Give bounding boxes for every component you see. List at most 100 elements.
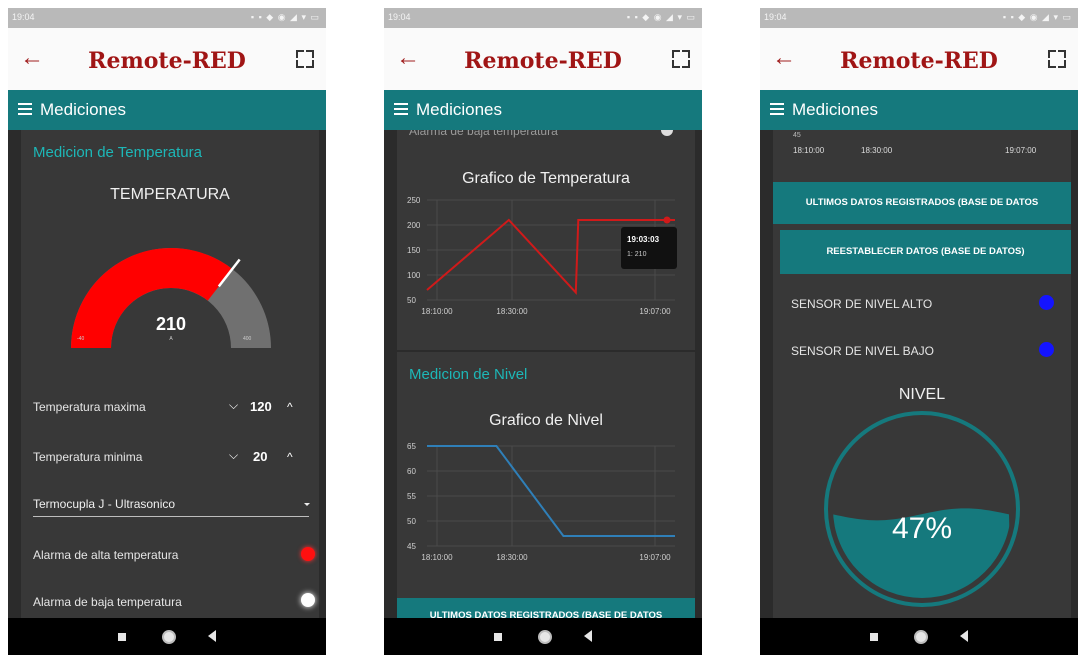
- temp-min-value: 20: [253, 449, 268, 464]
- y-tick-label: 250: [407, 196, 421, 205]
- cutoff-alarm-label: Alarma de baja temperatura: [409, 130, 558, 138]
- app-bar: ← Remote-RED: [384, 28, 702, 90]
- card-title: Medicion de Temperatura: [33, 144, 202, 161]
- sensor-low-label: SENSOR DE NIVEL BAJO: [791, 344, 934, 358]
- status-bar: 19:04 ▪ ▪ ◆ ◉ ◢ ▾ ▭: [384, 8, 702, 28]
- chevron-down-icon[interactable]: ⌵: [229, 448, 238, 463]
- last-data-button[interactable]: ULTIMOS DATOS REGISTRADOS (BASE DE DATOS: [397, 598, 695, 619]
- sensor-high-led: [1039, 295, 1054, 310]
- fullscreen-icon[interactable]: [672, 50, 690, 68]
- x-tick-label: 18:10:00: [421, 307, 453, 316]
- app-title: Remote-RED: [840, 48, 998, 74]
- android-nav-bar: [8, 618, 326, 655]
- temp-min-label: Temperatura minima: [33, 450, 143, 464]
- home-icon[interactable]: [914, 630, 928, 644]
- y-tick-label: 50: [407, 517, 416, 526]
- chart-tooltip: 19:03:03 1: 210: [621, 227, 677, 269]
- android-nav-bar: [384, 618, 702, 655]
- menu-icon[interactable]: [18, 103, 32, 115]
- chart-title: Grafico de Nivel: [489, 412, 603, 429]
- alarm-low-label: Alarma de baja temperatura: [33, 595, 182, 609]
- sensor-low-led: [1039, 342, 1054, 357]
- temperature-card: Medicion de Temperatura TEMPERATURA 210 …: [21, 130, 319, 619]
- android-nav-bar: [760, 618, 1078, 655]
- y-tick-label: 100: [407, 271, 421, 280]
- chevron-up-icon[interactable]: ^: [287, 400, 293, 414]
- y-tick-label: 65: [407, 442, 416, 451]
- temperature-chart-card: Alarma de baja temperatura Grafico de Te…: [397, 130, 695, 350]
- recents-icon[interactable]: [870, 633, 878, 641]
- x-tick-label: 18:30:00: [496, 307, 528, 316]
- card-title: Medicion de Nivel: [409, 366, 528, 383]
- x-tick-label: 18:10:00: [793, 146, 825, 155]
- x-tick-label: 19:07:00: [639, 307, 671, 316]
- phone-screen-2: 19:04 ▪ ▪ ◆ ◉ ◢ ▾ ▭ ← Remote-RED Medicio…: [384, 8, 702, 655]
- app-title: Remote-RED: [88, 48, 246, 74]
- temp-max-value: 120: [250, 399, 272, 414]
- section-title: Mediciones: [40, 100, 126, 119]
- fullscreen-icon[interactable]: [296, 50, 314, 68]
- liquid-level-gauge: [824, 411, 1020, 607]
- series-line: [427, 445, 675, 537]
- content-area[interactable]: Alarma de baja temperatura Grafico de Te…: [384, 130, 702, 619]
- status-time: 19:04: [12, 12, 35, 22]
- recents-icon[interactable]: [494, 633, 502, 641]
- x-tick-label: 19:07:00: [639, 553, 671, 562]
- app-bar: ← Remote-RED: [8, 28, 326, 90]
- gauge-max: 400: [243, 336, 252, 342]
- y-tick-label: 150: [407, 246, 421, 255]
- level-chart-card: Medicion de Nivel Grafico de Nivel 65 60 5…: [397, 352, 695, 619]
- app-bar: ← Remote-RED: [760, 28, 1078, 90]
- reset-data-button[interactable]: REESTABLECER DATOS (BASE DE DATOS): [780, 230, 1071, 274]
- y-tick-label: 45: [407, 542, 416, 551]
- section-toolbar: Mediciones: [384, 90, 702, 130]
- select-underline: [33, 516, 309, 517]
- back-icon[interactable]: [960, 630, 968, 642]
- y-tick-label: 45: [793, 132, 801, 139]
- app-title: Remote-RED: [464, 48, 622, 74]
- tooltip-value: 1: 210: [627, 251, 647, 258]
- chevron-down-icon[interactable]: ⌵: [229, 398, 238, 413]
- gauge-title: TEMPERATURA: [110, 186, 230, 203]
- data-point: [663, 216, 671, 224]
- level-value: 47%: [891, 512, 953, 545]
- back-icon[interactable]: [208, 630, 216, 642]
- level-line-chart: 65 60 55 50 45 18:10:00 18:30:00 19:07:00: [407, 442, 675, 562]
- x-tick-label: 19:07:00: [1005, 146, 1037, 155]
- section-title: Mediciones: [792, 100, 878, 119]
- alarm-high-led: [301, 547, 315, 561]
- menu-icon[interactable]: [394, 103, 408, 115]
- back-icon[interactable]: [584, 630, 592, 642]
- chevron-up-icon[interactable]: ^: [287, 450, 293, 464]
- section-toolbar: Mediciones: [760, 90, 1078, 130]
- menu-icon[interactable]: [770, 103, 784, 115]
- status-icons: ▪ ▪ ◆ ◉ ◢ ▾ ▭: [1002, 12, 1072, 22]
- y-tick-label: 200: [407, 221, 421, 230]
- status-time: 19:04: [388, 12, 411, 22]
- sensor-select[interactable]: Termocupla J - Ultrasonico: [33, 497, 175, 511]
- fullscreen-icon[interactable]: [1048, 50, 1066, 68]
- chart-title: Grafico de Temperatura: [462, 170, 630, 187]
- y-tick-label: 55: [407, 492, 416, 501]
- x-tick-label: 18:30:00: [496, 553, 528, 562]
- status-bar: 19:04 ▪ ▪ ◆ ◉ ◢ ▾ ▭: [8, 8, 326, 28]
- recents-icon[interactable]: [118, 633, 126, 641]
- content-area[interactable]: 45 18:10:00 18:30:00 19:07:00 ULTIMOS DA…: [760, 130, 1078, 619]
- alarm-low-led: [301, 593, 315, 607]
- x-tick-label: 18:10:00: [421, 553, 453, 562]
- alarm-low-led: [661, 130, 673, 136]
- gauge-min: -40: [77, 336, 85, 342]
- content-area[interactable]: Medicion de Temperatura TEMPERATURA 210 …: [8, 130, 326, 619]
- status-icons: ▪ ▪ ◆ ◉ ◢ ▾ ▭: [626, 12, 696, 22]
- home-icon[interactable]: [538, 630, 552, 644]
- dropdown-caret-icon[interactable]: [304, 503, 310, 506]
- tooltip-time: 19:03:03: [627, 235, 660, 244]
- home-icon[interactable]: [162, 630, 176, 644]
- y-tick-label: 50: [407, 296, 416, 305]
- level-title: NIVEL: [898, 386, 946, 403]
- alarm-high-label: Alarma de alta temperatura: [33, 548, 179, 562]
- temp-max-label: Temperatura maxima: [33, 400, 146, 414]
- status-time: 19:04: [764, 12, 787, 22]
- x-tick-label: 18:30:00: [861, 146, 893, 155]
- last-data-button[interactable]: ULTIMOS DATOS REGISTRADOS (BASE DE DATOS: [773, 182, 1071, 224]
